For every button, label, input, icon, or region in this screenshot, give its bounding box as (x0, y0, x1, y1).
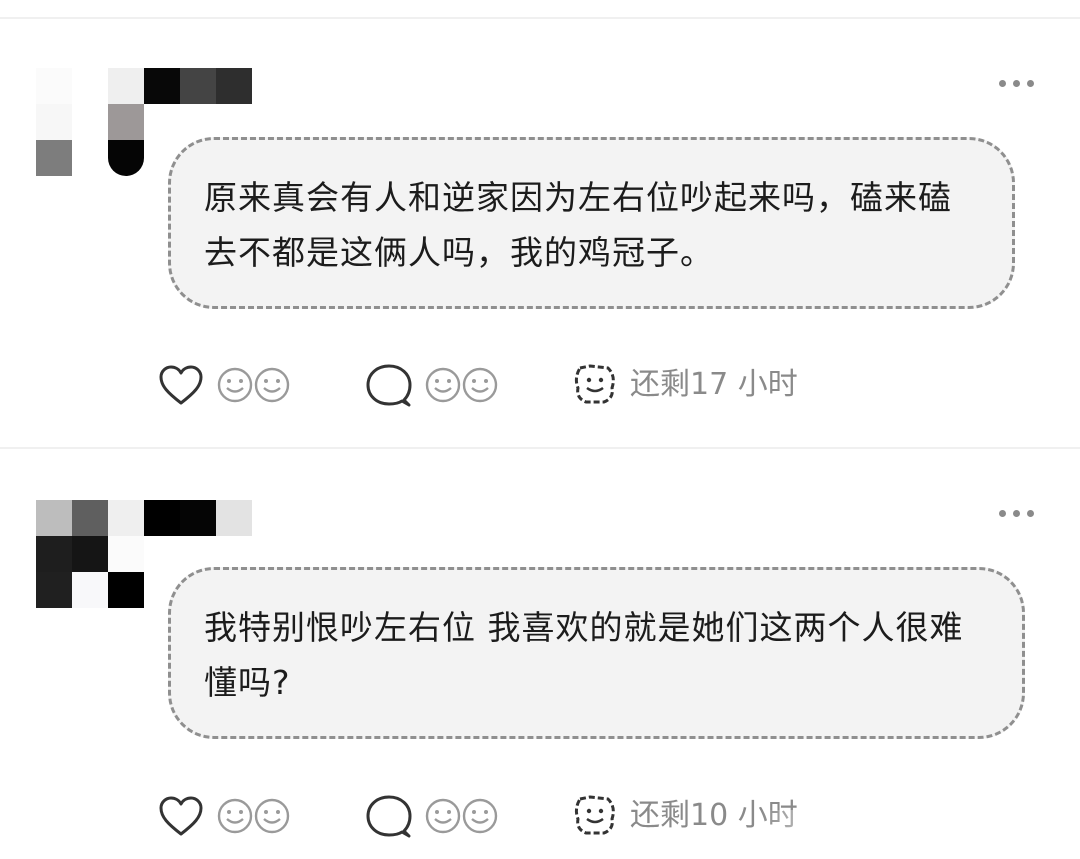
two-smiley-faces-icon[interactable] (424, 797, 504, 835)
two-smiley-faces-icon[interactable] (216, 797, 296, 835)
top-divider (0, 17, 1080, 19)
smiling-cloud-icon (574, 364, 615, 404)
two-smiley-faces-icon[interactable] (424, 366, 504, 404)
watermark-fade (760, 810, 1080, 859)
more-options-icon[interactable] (999, 79, 1035, 89)
remaining-time: 还剩17 小时 (630, 367, 798, 402)
heart-outline-icon[interactable] (158, 795, 204, 837)
speech-bubble-icon[interactable] (366, 795, 412, 839)
comment-text: 原来真会有人和逆家因为左右位吵起来吗，磕来磕去不都是这俩人吗，我的鸡冠子。 (204, 178, 952, 272)
comment-text: 我特别恨吵左右位 我喜欢的就是她们这两个人很难懂吗? (204, 608, 964, 702)
two-smiley-faces-icon[interactable] (216, 366, 296, 404)
comment-feed: 原来真会有人和逆家因为左右位吵起来吗，磕来磕去不都是这俩人吗，我的鸡冠子。 还剩… (0, 0, 1080, 859)
more-options-icon[interactable] (999, 509, 1035, 519)
speech-bubble-icon[interactable] (366, 364, 412, 408)
comment-bubble: 原来真会有人和逆家因为左右位吵起来吗，磕来磕去不都是这俩人吗，我的鸡冠子。 (168, 137, 1015, 309)
heart-outline-icon[interactable] (158, 364, 204, 406)
comment-divider (0, 447, 1080, 449)
smiling-cloud-icon (574, 795, 615, 835)
comment-bubble: 我特别恨吵左右位 我喜欢的就是她们这两个人很难懂吗? (168, 567, 1025, 739)
